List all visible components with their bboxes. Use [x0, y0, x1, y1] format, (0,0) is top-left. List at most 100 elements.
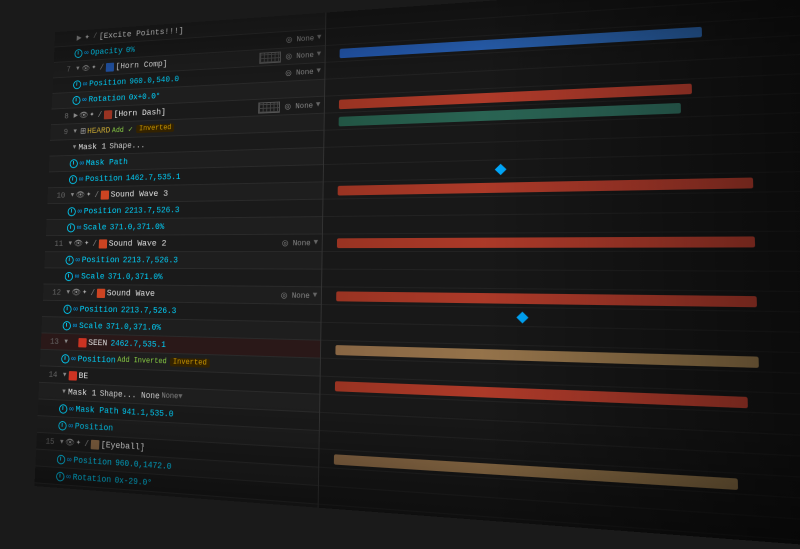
ae-timeline: ▶ ✦ / [Excite Points!!!] ∞ Opacity 0% ◎ …	[34, 0, 800, 549]
property-name: Scale	[83, 222, 107, 232]
layer-name: [Eye Dash]	[99, 491, 148, 505]
inverted-tag: Inverted	[136, 124, 174, 134]
property-value: 371.0,371.0%	[108, 272, 163, 282]
eye-icon[interactable]: 👁	[64, 489, 73, 499]
layer-number: 13	[44, 337, 59, 347]
layer-number: 17	[35, 538, 50, 549]
layers-panel: ▶ ✦ / [Excite Points!!!] ∞ Opacity 0% ◎ …	[34, 13, 326, 549]
blend-mode[interactable]: ◎ None	[285, 100, 314, 111]
property-value: 941.1,535.0	[122, 407, 174, 419]
stopwatch-icon[interactable]	[59, 404, 68, 414]
track-bar-red-sw	[336, 291, 757, 307]
stopwatch-icon[interactable]	[68, 207, 76, 216]
property-row-blackring3[interactable]: ∞ black ring 3 389.0,389.0%	[34, 500, 317, 542]
track-bar-red-sw2	[337, 236, 755, 248]
track-30	[318, 542, 800, 549]
layer-number: 9	[54, 127, 69, 136]
transfer-mode-grid	[259, 51, 281, 63]
property-name: Position	[89, 77, 126, 89]
property-name: Position	[85, 173, 123, 184]
property-row-scale-16[interactable]: ∞ Scale	[34, 517, 317, 549]
property-row-pos-sw2[interactable]: ∞ Position 2213.7,526.3	[44, 252, 321, 270]
stopwatch-icon[interactable]	[63, 321, 72, 330]
property-name: black ring 3	[71, 506, 130, 521]
property-name: Mask Path	[75, 404, 118, 417]
property-value: 2462.7,535.1	[110, 338, 166, 349]
stopwatch-icon[interactable]	[65, 272, 73, 281]
expand-icon[interactable]: ▼	[53, 540, 62, 549]
property-name: Mask 1	[68, 387, 97, 399]
layer-number: 11	[48, 239, 63, 248]
property-name: Position	[80, 304, 118, 315]
stopwatch-icon[interactable]	[70, 159, 78, 168]
property-value: 2213.7,526.3	[124, 205, 179, 215]
link-icon: ∞	[63, 506, 72, 516]
tracks-panel	[318, 0, 800, 549]
property-name: Scale	[81, 271, 105, 281]
property-name: Rotation	[73, 472, 112, 485]
stopwatch-icon[interactable]	[67, 223, 75, 232]
layer-number: 16	[37, 487, 52, 498]
none-tag: None	[161, 392, 178, 401]
property-name: Mask 1	[78, 141, 106, 152]
layer-row-11[interactable]: 11 ▼ 👁 ✦ / Sound Wave 2 ◎ None ▼	[45, 235, 322, 253]
property-value: 2213.7,526.3	[121, 305, 177, 315]
layer-name: HEARD	[87, 125, 111, 136]
property-name: Scale	[70, 523, 94, 536]
star-icon: ✦	[70, 541, 79, 549]
track-bar-red-sw3	[338, 177, 754, 195]
property-value: 0%	[126, 45, 135, 54]
stopwatch-icon[interactable]	[54, 522, 63, 532]
property-value: 371.0,371.0%	[106, 322, 161, 333]
expand-icon[interactable]: ▼	[55, 488, 64, 498]
stopwatch-icon[interactable]	[56, 471, 65, 481]
layer-name: Sound Wave 2	[109, 238, 167, 248]
property-value: Shape... None	[100, 389, 160, 401]
blend-mode[interactable]: ◎ None	[285, 67, 313, 78]
layer-color	[91, 439, 100, 449]
timeline-container: ▶ ✦ / [Excite Points!!!] ∞ Opacity 0% ◎ …	[34, 0, 800, 549]
layer-name: Sound Wave	[107, 288, 156, 299]
layer-color	[69, 371, 78, 381]
layer-name: black ring 2	[97, 543, 157, 549]
layer-number: 12	[46, 288, 61, 297]
stopwatch-icon[interactable]	[61, 354, 70, 364]
layer-name: SEEN	[88, 337, 107, 348]
dropdown-arrow[interactable]: ▼	[317, 33, 322, 42]
layer-number: 8	[54, 112, 69, 121]
blend-mode[interactable]: ◎ None	[286, 33, 314, 44]
blend-mode[interactable]: ◎ None	[281, 290, 310, 300]
layer-color	[104, 110, 112, 119]
blend-mode[interactable]: ◎ None	[282, 238, 311, 248]
dropdown-arrow[interactable]: ▼	[317, 50, 322, 59]
layer-color	[101, 190, 110, 199]
stopwatch-icon[interactable]	[57, 454, 66, 464]
property-value: 0x+0.0°	[129, 91, 161, 101]
stopwatch-icon[interactable]	[58, 420, 67, 430]
stopwatch-icon[interactable]	[69, 175, 77, 184]
property-name: Scale	[79, 321, 103, 332]
property-name: Position	[77, 354, 115, 366]
stopwatch-icon[interactable]	[65, 255, 73, 264]
layer-color	[89, 491, 98, 501]
layer-name: [Eyeball]	[101, 439, 145, 452]
property-name: Mask Path	[86, 157, 128, 168]
property-value: 1462.7,535.1	[126, 172, 181, 182]
property-name: Rotation	[88, 93, 125, 105]
inverted-tag: Inverted	[170, 358, 209, 368]
property-row-scale-sw3[interactable]: ∞ Scale 371.0,371.0%	[46, 217, 322, 236]
link-icon: ∞	[62, 523, 71, 533]
layer-row-17[interactable]: 17 ▼ 👁 ✦ / black ring 2	[34, 534, 316, 549]
add-seen: Add Inverted	[117, 356, 167, 366]
eye-icon[interactable]: 👁	[61, 540, 70, 549]
star-icon: ✦	[72, 489, 81, 499]
layer-number: 14	[43, 370, 58, 380]
property-name: Opacity	[90, 45, 123, 57]
pencil-icon: /	[80, 490, 89, 500]
keyframe-diamond	[495, 163, 507, 174]
blend-mode[interactable]: ◎ None	[286, 50, 314, 61]
layer-name: BE	[78, 370, 88, 381]
property-value: 960.0,1472.0	[115, 458, 172, 471]
stopwatch-icon[interactable]	[63, 304, 72, 313]
property-name: Position	[84, 206, 122, 216]
